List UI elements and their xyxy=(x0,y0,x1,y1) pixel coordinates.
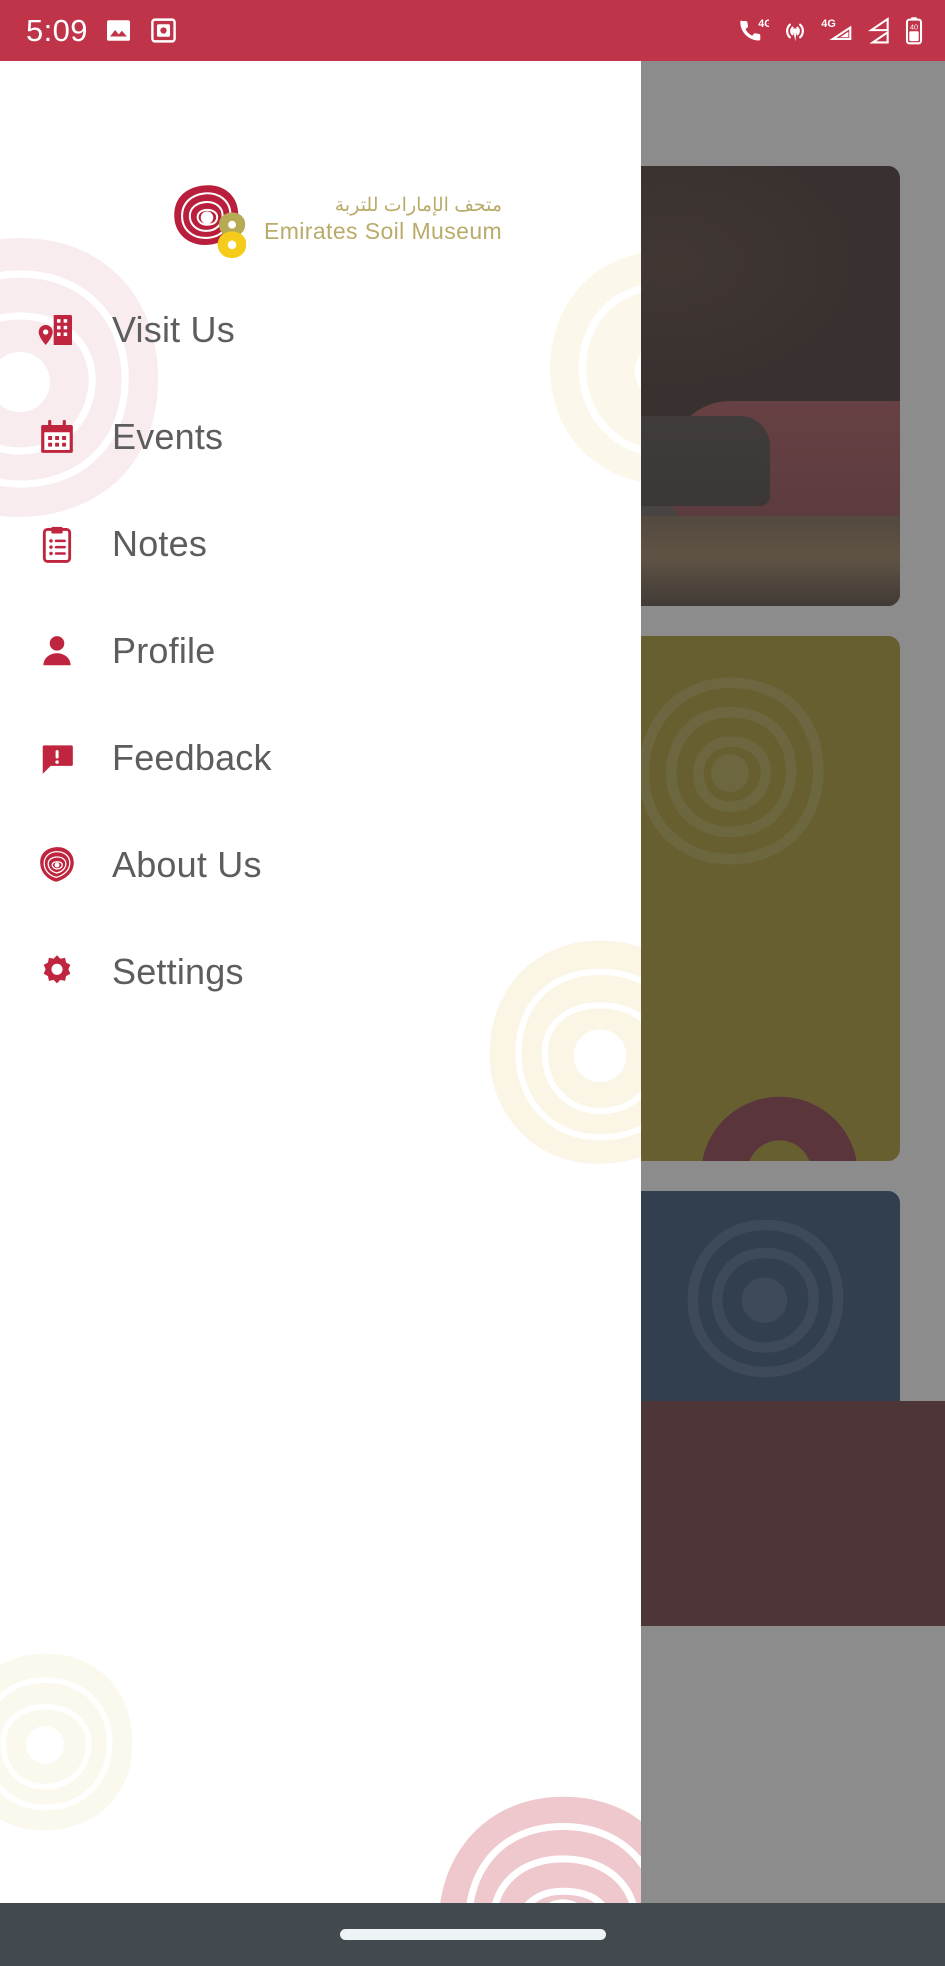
drawer-menu-list: Visit Us Events Notes Profile Feedback A… xyxy=(0,276,641,1025)
status-bar: 5:09 4G xyxy=(0,0,945,61)
chat-alert-icon xyxy=(36,737,78,779)
menu-item-label: Profile xyxy=(112,629,216,671)
menu-item-label: Visit Us xyxy=(112,308,235,350)
status-bar-right: 4G 4G xyxy=(738,16,925,45)
screenshot-icon xyxy=(151,18,176,43)
person-icon xyxy=(36,630,78,672)
spiral-logo-icon xyxy=(36,844,78,886)
menu-item-label: About Us xyxy=(112,843,262,885)
clipboard-list-icon xyxy=(36,523,78,565)
signal-4g-icon: 4G xyxy=(821,18,852,40)
logo-arabic-text: متحف الإمارات للتربة xyxy=(334,195,503,217)
status-bar-left: 5:09 xyxy=(26,13,178,49)
phone-screen: re 09:00 uided Tour xyxy=(0,0,945,1966)
navigation-drawer: متحف الإمارات للتربة Emirates Soil Museu… xyxy=(0,61,641,1903)
menu-item-label: Events xyxy=(112,415,224,457)
menu-item-feedback[interactable]: Feedback xyxy=(0,704,641,811)
battery-icon: 40 xyxy=(905,17,923,45)
menu-item-visit-us[interactable]: Visit Us xyxy=(0,276,641,383)
logo-text-block: متحف الإمارات للتربة Emirates Soil Museu… xyxy=(264,195,502,244)
spiral-logo-icon xyxy=(174,185,246,259)
status-bar-clock: 5:09 xyxy=(26,12,88,48)
drawer-logo: متحف الإمارات للتربة Emirates Soil Museu… xyxy=(168,181,502,259)
hotspot-icon xyxy=(786,23,804,41)
menu-item-about-us[interactable]: About Us xyxy=(0,811,641,918)
gear-icon xyxy=(36,951,78,993)
phone-4g-icon: 4G xyxy=(740,18,769,41)
home-gesture-pill[interactable] xyxy=(339,1929,606,1940)
calendar-icon xyxy=(36,416,78,458)
image-icon xyxy=(106,20,130,41)
menu-item-label: Notes xyxy=(112,522,208,564)
menu-item-events[interactable]: Events xyxy=(0,383,641,490)
signal-bars-icon xyxy=(867,17,889,44)
spiral-watermark-pink-icon xyxy=(440,1796,641,1903)
spiral-watermark-gold-icon xyxy=(0,1653,133,1831)
menu-item-label: Feedback xyxy=(112,736,272,778)
svg-text:40: 40 xyxy=(910,22,918,31)
system-navigation-bar xyxy=(0,1903,945,1966)
svg-text:4G: 4G xyxy=(758,18,769,30)
menu-item-profile[interactable]: Profile xyxy=(0,597,641,704)
menu-item-label: Settings xyxy=(112,950,244,992)
menu-item-settings[interactable]: Settings xyxy=(0,918,641,1025)
logo-english-text: Emirates Soil Museum xyxy=(264,218,503,245)
building-location-icon xyxy=(36,309,78,351)
menu-item-notes[interactable]: Notes xyxy=(0,490,641,597)
svg-text:4G: 4G xyxy=(821,18,836,30)
